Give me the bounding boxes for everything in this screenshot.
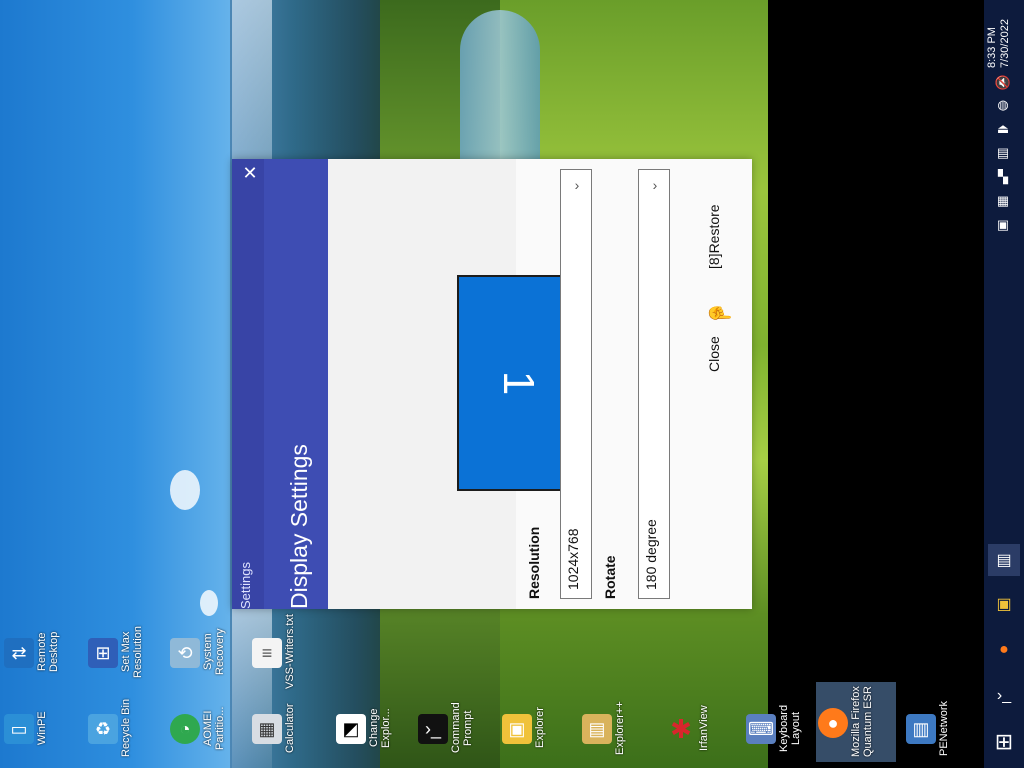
- monitor-icon: ▭: [4, 714, 34, 744]
- drive-icon[interactable]: ▤: [994, 144, 1012, 162]
- recycle-bin-icon: ♻: [88, 714, 118, 744]
- resolution-value: 1024x768: [565, 528, 581, 590]
- volume-muted-icon[interactable]: 🔇: [994, 74, 1012, 92]
- globe-icon[interactable]: ◍: [994, 96, 1012, 114]
- explorer-plus-icon: ▤: [582, 714, 612, 744]
- clock-date: 7/30/2022: [999, 19, 1011, 68]
- desktop-icon-aomei-partition[interactable]: ◔ AOMEI Partitio...: [168, 688, 248, 768]
- partition-icon: ◔: [170, 714, 200, 744]
- clock-time: 8:33 PM: [986, 27, 998, 68]
- network-tray-icon[interactable]: ▣: [994, 216, 1012, 234]
- resolution-label: Resolution: [526, 526, 542, 599]
- desktop-icon-change-explorer[interactable]: ◩ Change Explor...: [334, 688, 414, 768]
- color-app-icon[interactable]: ▚: [994, 168, 1012, 186]
- command-prompt-icon: ›_: [418, 714, 448, 744]
- taskbar: 8:33 PM 7/30/2022 🔇 ◍ ⏏ ▤ ▚ ▦ ▣ ▤ ▣ ● ›_…: [984, 0, 1024, 768]
- resolution-dropdown[interactable]: › 1024x768: [560, 169, 592, 599]
- taskbar-explorer-icon[interactable]: ▣: [988, 588, 1020, 620]
- explorer-icon: ▣: [502, 714, 532, 744]
- window-header: ✕ Settings Display Settings: [232, 159, 328, 609]
- close-button[interactable]: Close: [706, 327, 722, 372]
- desktop-icon-calculator[interactable]: ▦ Calculator: [250, 688, 330, 768]
- taskbar-settings-app[interactable]: ▤: [988, 544, 1020, 576]
- desktop-icon-penetwork[interactable]: ▥ PENetwork: [904, 688, 984, 768]
- desktop-icon-command-prompt[interactable]: ›_ Command Prompt: [416, 688, 496, 768]
- start-button[interactable]: ⊞: [988, 726, 1020, 758]
- firefox-icon: ●: [818, 708, 848, 738]
- desktop-icon-vss-writers[interactable]: ≡ VSS-Writers.txt: [250, 612, 330, 692]
- close-window-button[interactable]: ✕: [240, 163, 260, 183]
- taskbar-command-prompt-icon[interactable]: ›_: [988, 680, 1020, 712]
- desktop-icon-explorer[interactable]: ▣ Explorer: [500, 688, 580, 768]
- desktop-icon-recycle-bin[interactable]: ♻ Recycle Bin: [86, 688, 166, 768]
- rotate-dropdown[interactable]: › 180 degree: [638, 169, 670, 599]
- desktop-icon-winpe[interactable]: ▭ WinPE: [2, 688, 82, 768]
- taskbar-clock[interactable]: 8:33 PM 7/30/2022: [986, 4, 1022, 68]
- desktop-icon-explorer-plus[interactable]: ▤ Explorer++: [580, 688, 660, 768]
- monitor-number: 1: [494, 370, 543, 396]
- desktop-icon-firefox[interactable]: ● Mozilla Firefox Quantum ESR: [816, 682, 896, 762]
- display-settings-window: ✕ Settings Display Settings 1 Resolution…: [232, 159, 752, 609]
- irfanview-icon: ✱: [670, 713, 692, 744]
- text-file-icon: ≡: [252, 638, 282, 668]
- rotate-value: 180 degree: [643, 519, 659, 590]
- desktop-icon-set-max-resolution[interactable]: ⊞ Set Max Resolution: [86, 612, 166, 692]
- window-content: 1 Resolution › 1024x768 Rotate › 180 deg…: [328, 159, 752, 609]
- desktop-icon-remote-desktop[interactable]: ⇄ Remote Desktop: [2, 612, 82, 692]
- rotate-label: Rotate: [602, 555, 618, 599]
- set-resolution-icon: ⊞: [88, 638, 118, 668]
- restore-button[interactable]: [8]Restore: [706, 189, 722, 269]
- page-title: Display Settings: [286, 444, 312, 609]
- change-explorer-icon: ◩: [336, 714, 366, 744]
- app-label: Settings: [238, 562, 253, 609]
- remote-desktop-icon: ⇄: [4, 638, 34, 668]
- desktop-icon-system-recovery[interactable]: ⟲ System Recovery: [168, 612, 248, 692]
- keyboard-icon: ⌨: [746, 714, 776, 744]
- keyboard-tray-icon[interactable]: ▦: [994, 192, 1012, 210]
- system-recovery-icon: ⟲: [170, 638, 200, 668]
- desktop-icon-irfanview[interactable]: ✱ IrfanView: [664, 688, 744, 768]
- desktop-icon-keyboard-layout[interactable]: ⌨ Keyboard Layout: [744, 688, 824, 768]
- calculator-icon: ▦: [252, 714, 282, 744]
- usb-drive-icon[interactable]: ⏏: [994, 120, 1012, 138]
- network-icon: ▥: [906, 714, 936, 744]
- taskbar-firefox-icon[interactable]: ●: [988, 634, 1020, 666]
- hand-cursor-icon: ☝: [708, 301, 730, 326]
